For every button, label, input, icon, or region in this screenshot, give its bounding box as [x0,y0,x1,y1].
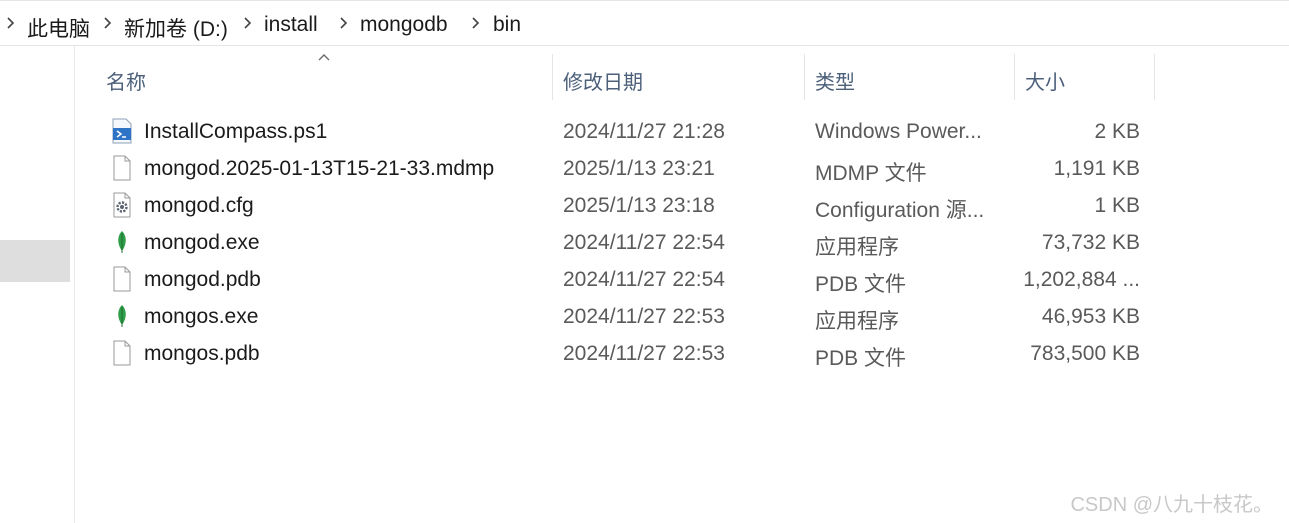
breadcrumb-item-bin[interactable]: bin [493,13,521,37]
column-divider[interactable] [1154,54,1155,100]
powershell-script-icon [110,118,134,144]
breadcrumb-item-this-pc[interactable]: 此电脑 [27,13,90,43]
file-row[interactable]: mongos.pdb 2024/11/27 22:53 PDB 文件 783,5… [100,334,1155,371]
file-type: 应用程序 [815,310,899,333]
file-type: MDMP 文件 [815,162,927,185]
file-row[interactable]: InstallCompass.ps1 2024/11/27 21:28 Wind… [100,112,1155,149]
file-name: InstallCompass.ps1 [144,120,328,143]
file-name: mongod.2025-01-13T15-21-33.mdmp [144,157,495,180]
file-modified: 2024/11/27 22:54 [563,268,725,291]
breadcrumb-item-install[interactable]: install [264,13,318,37]
watermark: CSDN @八九十枝花。 [1070,494,1273,516]
mongodb-leaf-icon [110,229,134,255]
navigation-pane[interactable] [0,46,75,523]
file-row[interactable]: mongod.2025-01-13T15-21-33.mdmp 2025/1/1… [100,149,1155,186]
file-size: 46,953 KB [1041,305,1140,328]
blank-file-icon [110,340,134,366]
column-header-size-label: 大小 [1025,72,1065,94]
file-row[interactable]: mongod.cfg 2025/1/13 23:18 Configuration… [100,186,1155,223]
config-file-icon [110,192,134,218]
file-modified: 2024/11/27 22:53 [563,342,725,365]
file-size: 2 KB [1094,120,1140,143]
file-size: 1,191 KB [1053,157,1140,180]
mongodb-leaf-icon [110,303,134,329]
breadcrumb-item-drive-d[interactable]: 新加卷 (D:) [124,13,228,43]
nav-selected-item[interactable] [0,240,70,282]
file-size: 1 KB [1094,194,1140,217]
file-modified: 2025/1/13 23:21 [563,157,715,180]
chevron-right-icon[interactable] [2,15,18,31]
column-header-name[interactable]: 名称 [96,54,552,100]
file-row[interactable]: mongod.exe 2024/11/27 22:54 应用程序 73,732 … [100,223,1155,260]
file-name: mongod.pdb [144,268,261,291]
column-header-modified[interactable]: 修改日期 [553,54,804,100]
file-type: Windows Power... [815,120,982,143]
column-header-name-label: 名称 [106,72,146,94]
file-modified: 2024/11/27 22:53 [563,305,725,328]
chevron-right-icon[interactable] [99,15,115,31]
file-row[interactable]: mongos.exe 2024/11/27 22:53 应用程序 46,953 … [100,297,1155,334]
file-row[interactable]: mongod.pdb 2024/11/27 22:54 PDB 文件 1,202… [100,260,1155,297]
chevron-right-icon[interactable] [335,15,351,31]
file-size: 783,500 KB [1030,342,1140,365]
file-type: PDB 文件 [815,347,907,370]
column-header-type[interactable]: 类型 [805,54,1014,100]
file-size: 73,732 KB [1041,231,1140,254]
breadcrumb-item-mongodb[interactable]: mongodb [360,13,448,37]
file-modified: 2025/1/13 23:18 [563,194,715,217]
file-name: mongod.cfg [144,194,254,217]
breadcrumb: 此电脑 新加卷 (D:) install mongodb bin [0,0,1289,46]
column-header-type-label: 类型 [815,72,855,94]
file-type: Configuration 源... [815,199,985,222]
file-modified: 2024/11/27 21:28 [563,120,725,143]
column-header-modified-label: 修改日期 [563,72,643,94]
file-modified: 2024/11/27 22:54 [563,231,725,254]
file-type: PDB 文件 [815,273,907,296]
file-name: mongos.exe [144,305,259,328]
chevron-right-icon[interactable] [239,15,255,31]
file-name: mongos.pdb [144,342,260,365]
blank-file-icon [110,266,134,292]
file-type: 应用程序 [815,236,899,259]
column-header-size[interactable]: 大小 [1015,54,1155,100]
file-size: 1,202,884 ... [1023,268,1140,291]
blank-file-icon [110,155,134,181]
chevron-right-icon[interactable] [467,15,483,31]
file-name: mongod.exe [144,231,260,254]
